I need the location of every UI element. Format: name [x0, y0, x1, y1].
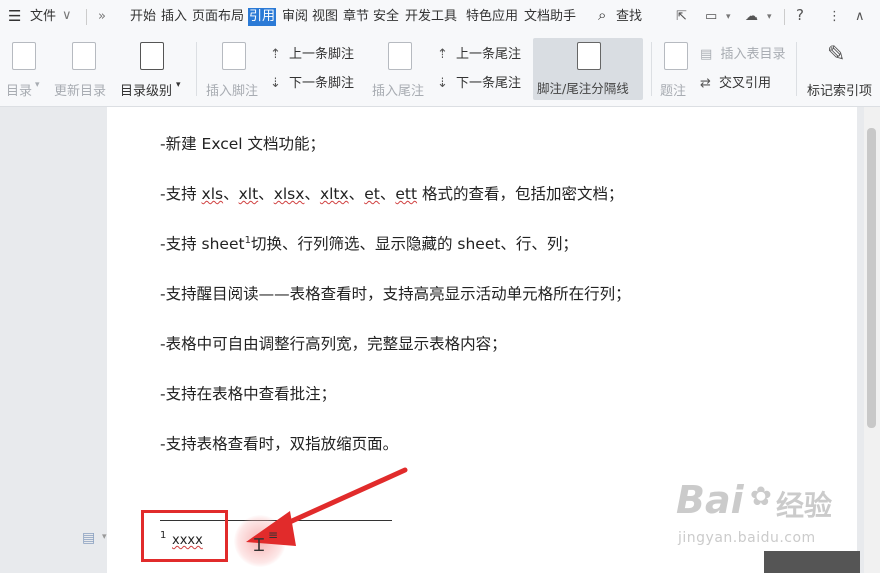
watermark: Bai ✿ 经验 jingyan.baidu.com — [676, 478, 846, 558]
align-icon: ≡ — [268, 528, 279, 542]
watermark-brand2: 经验 — [776, 489, 833, 522]
watermark-url: jingyan.baidu.com — [678, 530, 816, 546]
watermark-brand: Bai — [676, 478, 744, 522]
paw-icon: ✿ — [750, 482, 772, 512]
arrow-shaft — [269, 467, 408, 533]
scrollbar-thumb[interactable] — [867, 128, 876, 428]
text-cursor-icon: Ɪ — [254, 535, 265, 556]
status-overlay — [764, 551, 860, 573]
